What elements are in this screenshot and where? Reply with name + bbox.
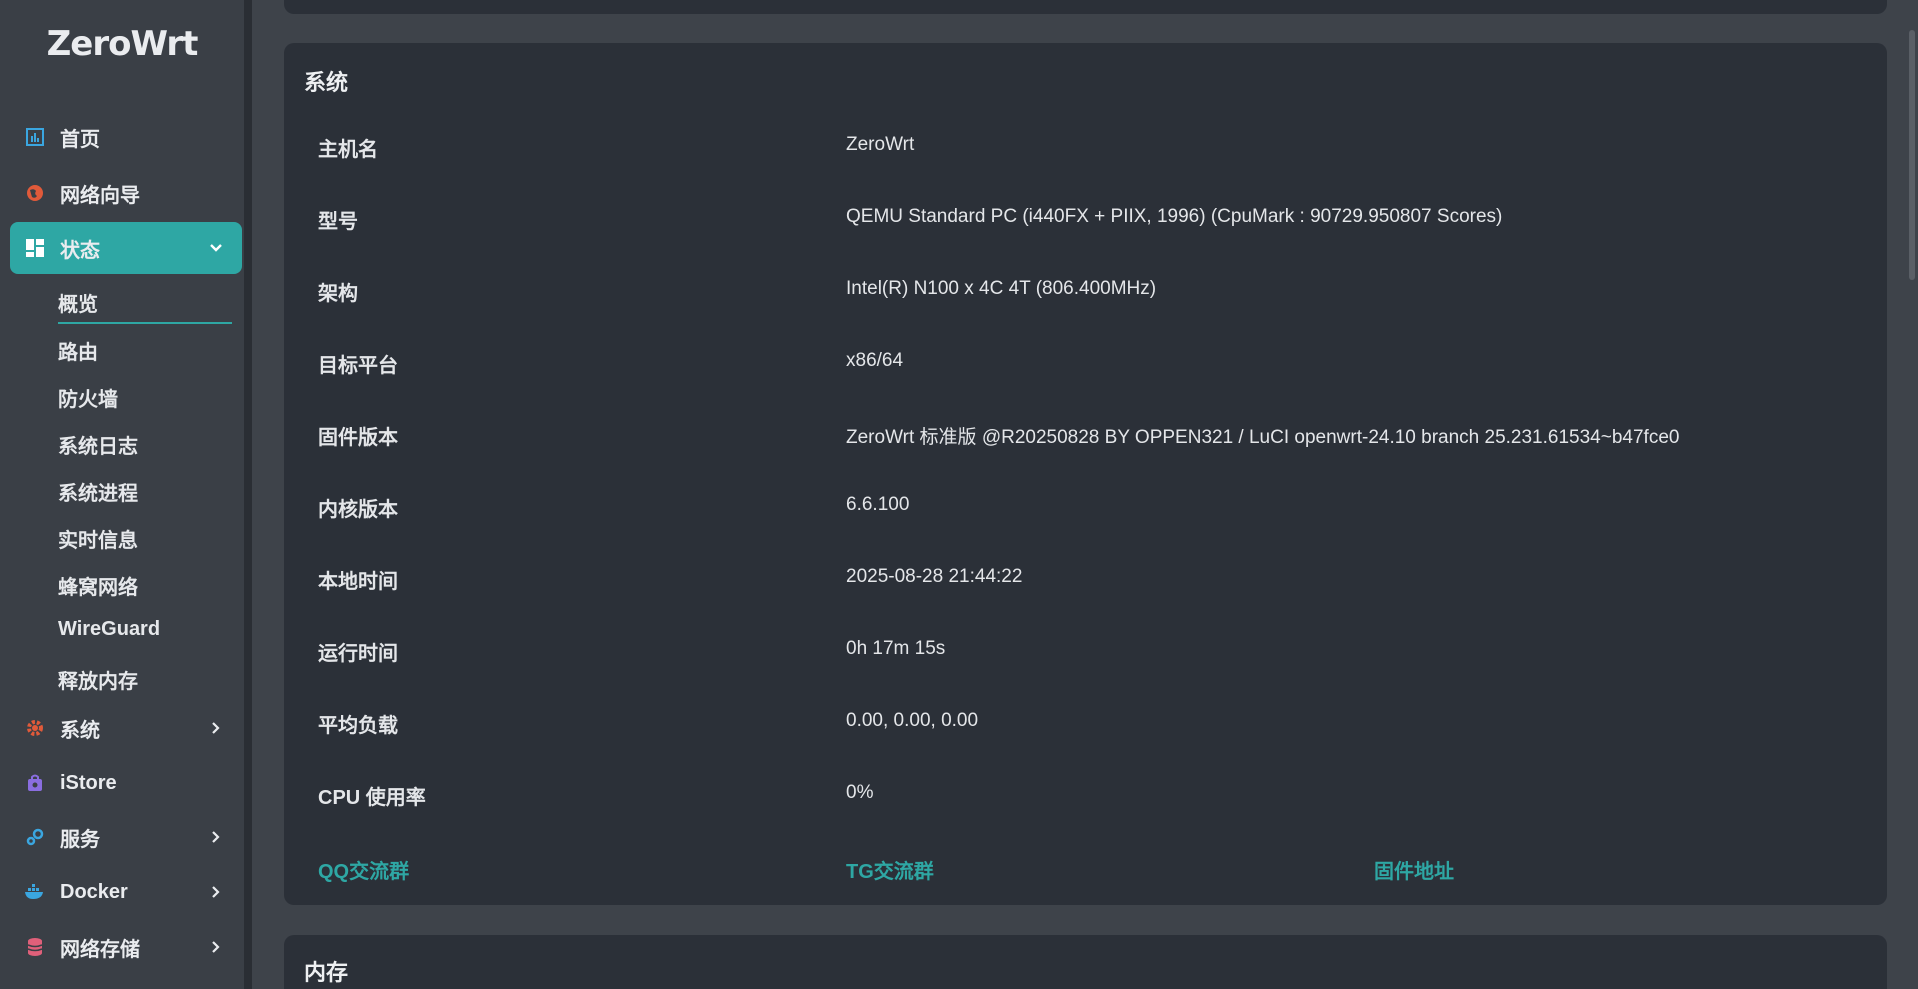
sub-item-routes[interactable]: 路由 (58, 336, 98, 365)
load-average-label: 平均负载 (318, 715, 398, 737)
nav-network-storage[interactable]: 网络存储 (10, 921, 242, 973)
nav-services[interactable]: 服务 (10, 811, 242, 863)
target-platform-label: 目标平台 (318, 355, 398, 377)
nav-istore[interactable]: iStore (10, 757, 242, 809)
sub-item-overview[interactable]: 概览 (58, 288, 98, 317)
database-icon (24, 936, 46, 958)
model-label: 型号 (318, 211, 358, 233)
system-card: 系统 主机名 ZeroWrt 型号 QEMU Standard PC (i440… (284, 43, 1887, 905)
nav-network-storage-label: 网络存储 (60, 938, 140, 961)
chevron-right-icon[interactable] (206, 882, 226, 902)
nav-system[interactable]: 系统 (10, 702, 242, 754)
chevron-right-icon[interactable] (206, 718, 226, 738)
nav-home-label: 首页 (60, 128, 100, 151)
local-time-value: 2025-08-28 21:44:22 (846, 566, 1023, 587)
nav-status-label: 状态 (60, 239, 100, 262)
firmware-version-value: ZeroWrt 标准版 @R20250828 BY OPPEN321 / LuC… (846, 427, 1680, 448)
docker-icon (24, 881, 46, 903)
nav-wizard[interactable]: 网络向导 (10, 167, 242, 219)
sub-item-cellular[interactable]: 蜂窝网络 (58, 571, 138, 600)
sub-item-realtime[interactable]: 实时信息 (58, 524, 138, 553)
tg-group-link[interactable]: TG交流群 (846, 855, 934, 884)
memory-card-title: 内存 (304, 960, 349, 985)
local-time-label: 本地时间 (318, 571, 398, 593)
puzzle-icon (24, 826, 46, 848)
nav-system-label: 系统 (60, 719, 100, 742)
kernel-version-label: 内核版本 (318, 499, 398, 521)
qq-group-link[interactable]: QQ交流群 (318, 855, 409, 884)
model-value: QEMU Standard PC (i440FX + PIIX, 1996) (… (846, 206, 1503, 227)
chevron-right-icon[interactable] (206, 827, 226, 847)
bag-icon (24, 772, 46, 794)
chevron-down-icon[interactable] (206, 238, 226, 258)
kernel-version-value: 6.6.100 (846, 494, 910, 515)
nav-status[interactable]: 状态 (10, 222, 242, 274)
uptime-label: 运行时间 (318, 643, 398, 665)
previous-card (284, 0, 1887, 14)
hostname-label: 主机名 (318, 139, 378, 161)
active-underline (58, 322, 232, 324)
sub-item-wireguard[interactable]: WireGuard (58, 618, 160, 641)
app-root: ZeroWrt 首页 网络向导 状态 概览 路由 防火墙 系统日志 系统进程 实… (0, 0, 1918, 989)
memory-card: 内存 (284, 935, 1887, 989)
firmware-address-link[interactable]: 固件地址 (1374, 855, 1454, 884)
nav-services-label: 服务 (60, 828, 100, 851)
nav-istore-label: iStore (60, 771, 117, 794)
system-card-title: 系统 (304, 70, 349, 95)
hostname-value: ZeroWrt (846, 134, 915, 155)
sub-item-syslog[interactable]: 系统日志 (58, 430, 138, 459)
target-platform-value: x86/64 (846, 350, 904, 371)
sub-item-processes[interactable]: 系统进程 (58, 477, 138, 506)
arch-label: 架构 (318, 283, 358, 305)
nav-docker[interactable]: Docker (10, 866, 242, 918)
chevron-right-icon[interactable] (206, 937, 226, 957)
cpu-usage-label: CPU 使用率 (318, 787, 426, 809)
sidebar: ZeroWrt 首页 网络向导 状态 概览 路由 防火墙 系统日志 系统进程 实… (0, 0, 252, 989)
nav-wizard-label: 网络向导 (60, 184, 140, 207)
arch-value: Intel(R) N100 x 4C 4T (806.400MHz) (846, 278, 1157, 299)
nav-home[interactable]: 首页 (10, 111, 242, 163)
scrollbar-thumb[interactable] (1909, 30, 1915, 280)
gear-icon (24, 717, 46, 739)
sub-item-firewall[interactable]: 防火墙 (58, 383, 118, 412)
uptime-value: 0h 17m 15s (846, 638, 946, 659)
firmware-version-label: 固件版本 (318, 427, 398, 449)
dashboard-icon (24, 126, 46, 148)
cpu-usage-value: 0% (846, 782, 874, 803)
globe-icon (24, 182, 46, 204)
load-average-value: 0.00, 0.00, 0.00 (846, 710, 979, 731)
nav-docker-label: Docker (60, 880, 128, 903)
sub-item-free-memory[interactable]: 释放内存 (58, 665, 138, 694)
grid-icon (24, 237, 46, 259)
brand-logo[interactable]: ZeroWrt (0, 24, 244, 64)
